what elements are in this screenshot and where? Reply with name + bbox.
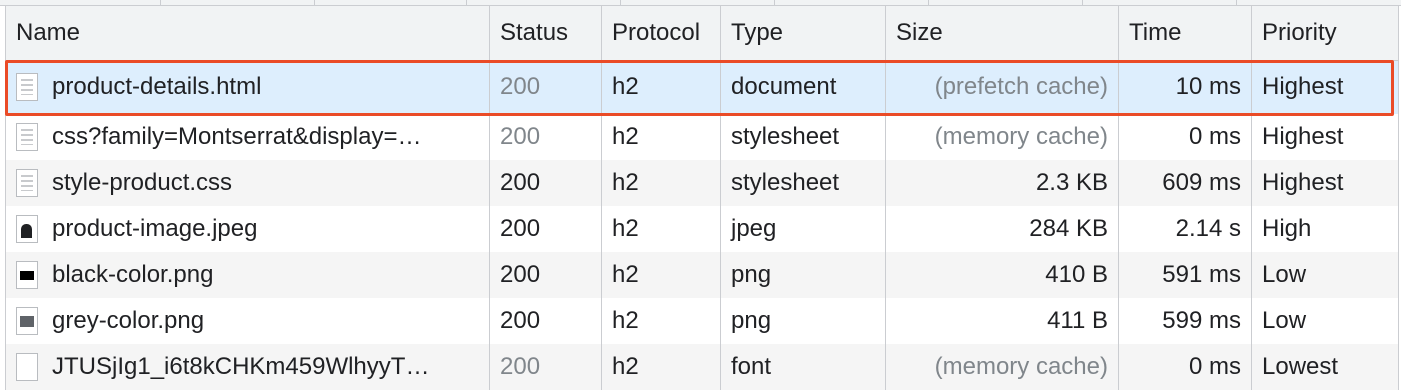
column-header-size[interactable]: Size (885, 6, 1119, 61)
request-type: stylesheet (720, 160, 886, 206)
request-protocol: h2 (601, 60, 721, 114)
request-status: 200 (489, 298, 602, 344)
column-header-status[interactable]: Status (489, 6, 602, 61)
request-size: 411 B (885, 298, 1119, 344)
request-type: document (720, 60, 886, 114)
document-icon (16, 169, 38, 197)
column-header-time[interactable]: Time (1118, 6, 1252, 61)
column-header-protocol[interactable]: Protocol (601, 6, 721, 61)
table-row-selected[interactable]: product-details.html 200 h2 document (pr… (5, 60, 1399, 114)
request-name: black-color.png (52, 261, 214, 288)
request-type: png (720, 252, 886, 298)
request-type: font (720, 344, 886, 390)
column-header-type[interactable]: Type (720, 6, 886, 61)
request-status: 200 (489, 344, 602, 390)
request-time: 599 ms (1118, 298, 1252, 344)
request-status: 200 (489, 206, 602, 252)
request-size: (memory cache) (885, 344, 1119, 390)
request-priority: Highest (1251, 114, 1399, 160)
network-requests-table: Name Status Protocol Type Size Time Prio… (5, 6, 1399, 390)
request-priority: Low (1251, 298, 1399, 344)
request-size: (prefetch cache) (885, 60, 1119, 114)
document-icon (16, 123, 38, 151)
request-priority: Lowest (1251, 344, 1399, 390)
request-name: JTUSjIg1_i6t8kCHKm459WlhyyT… (52, 353, 430, 380)
request-name: product-image.jpeg (52, 215, 258, 242)
request-protocol: h2 (601, 114, 721, 160)
request-time: 0 ms (1118, 114, 1252, 160)
request-priority: High (1251, 206, 1399, 252)
table-row[interactable]: black-color.png 200 h2 png 410 B 591 ms … (5, 252, 1399, 298)
request-status: 200 (489, 252, 602, 298)
request-size: 284 KB (885, 206, 1119, 252)
request-name: css?family=Montserrat&display=… (52, 123, 422, 150)
request-priority: Highest (1251, 60, 1399, 114)
request-time: 591 ms (1118, 252, 1252, 298)
request-name: style-product.css (52, 169, 233, 196)
request-status: 200 (489, 114, 602, 160)
request-protocol: h2 (601, 252, 721, 298)
request-protocol: h2 (601, 160, 721, 206)
request-size: 2.3 KB (885, 160, 1119, 206)
request-type: jpeg (720, 206, 886, 252)
request-protocol: h2 (601, 344, 721, 390)
request-time: 10 ms (1118, 60, 1252, 114)
network-panel: Name Status Protocol Type Size Time Prio… (0, 0, 1401, 391)
grey-swatch-icon (16, 307, 38, 335)
image-icon (16, 215, 38, 243)
request-type: png (720, 298, 886, 344)
document-icon (16, 73, 38, 102)
request-time: 2.14 s (1118, 206, 1252, 252)
request-status: 200 (489, 160, 602, 206)
request-protocol: h2 (601, 298, 721, 344)
request-priority: Low (1251, 252, 1399, 298)
request-protocol: h2 (601, 206, 721, 252)
request-size: (memory cache) (885, 114, 1119, 160)
request-name: product-details.html (52, 73, 262, 101)
column-header-name[interactable]: Name (5, 6, 490, 61)
blank-file-icon (16, 353, 38, 381)
request-size: 410 B (885, 252, 1119, 298)
table-row[interactable]: style-product.css 200 h2 stylesheet 2.3 … (5, 160, 1399, 206)
table-row[interactable]: grey-color.png 200 h2 png 411 B 599 ms L… (5, 298, 1399, 344)
table-row[interactable]: product-image.jpeg 200 h2 jpeg 284 KB 2.… (5, 206, 1399, 252)
request-name: grey-color.png (52, 307, 205, 334)
request-status: 200 (489, 60, 602, 114)
request-priority: Highest (1251, 160, 1399, 206)
request-type: stylesheet (720, 114, 886, 160)
table-row[interactable]: JTUSjIg1_i6t8kCHKm459WlhyyT… 200 h2 font… (5, 344, 1399, 390)
black-swatch-icon (16, 261, 38, 289)
request-time: 0 ms (1118, 344, 1252, 390)
column-header-priority[interactable]: Priority (1251, 6, 1399, 61)
table-header-row: Name Status Protocol Type Size Time Prio… (5, 6, 1399, 61)
table-row[interactable]: css?family=Montserrat&display=… 200 h2 s… (5, 114, 1399, 160)
request-time: 609 ms (1118, 160, 1252, 206)
